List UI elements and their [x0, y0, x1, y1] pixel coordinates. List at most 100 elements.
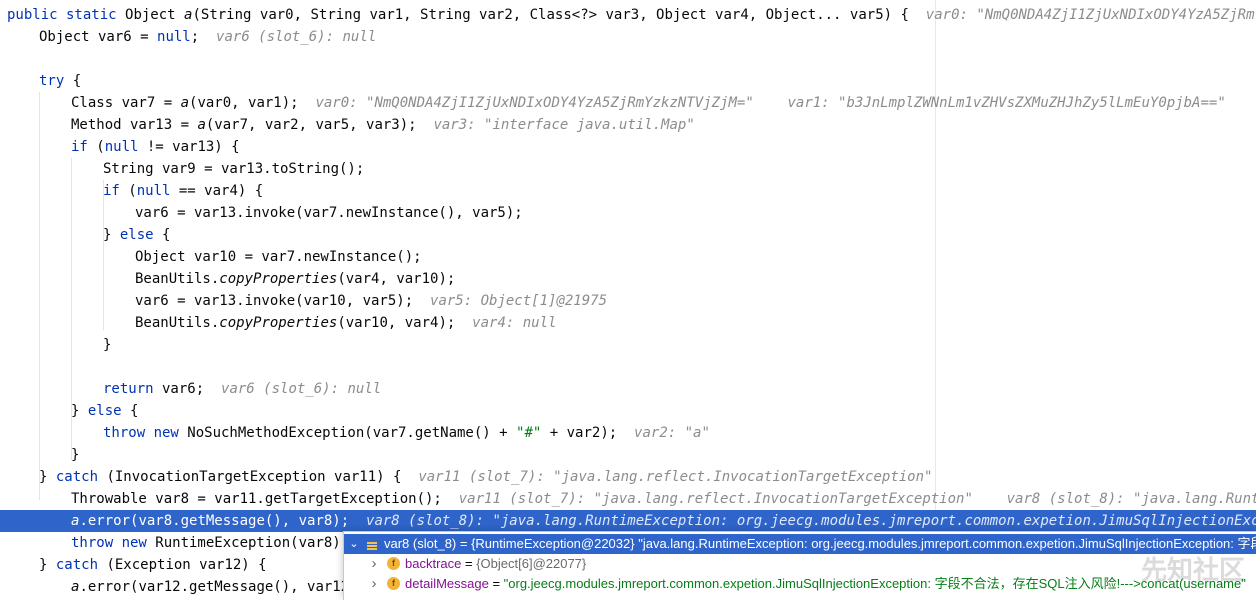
variable-tree-node[interactable]: ⌄ var8 (slot_8) = {RuntimeException@22032… [344, 534, 1256, 554]
code-token: Object [125, 7, 185, 23]
code-token: (var0, var1); [189, 95, 316, 111]
code-line[interactable]: var6 = var13.invoke(var10, var5); var5: … [0, 290, 1256, 312]
code-line[interactable]: Object var10 = var7.newInstance(); [0, 246, 1256, 268]
code-text: throw new RuntimeException(var8); [71, 532, 349, 554]
chevron-right-icon[interactable]: › [368, 554, 380, 574]
code-token: Object var6 = [39, 29, 158, 45]
code-line[interactable]: BeanUtils.copyProperties(var10, var4); v… [0, 312, 1256, 334]
inline-debug-hint: var2: "a" [634, 425, 710, 441]
keyword-token: if [71, 139, 88, 155]
code-text: public static Object a(String var0, Stri… [7, 4, 1256, 26]
code-line[interactable] [0, 356, 1256, 378]
code-line[interactable]: Throwable var8 = var11.getTargetExceptio… [0, 488, 1256, 510]
code-line[interactable]: } [0, 444, 1256, 466]
code-line[interactable]: String var9 = var13.toString(); [0, 158, 1256, 180]
code-text: String var9 = var13.toString(); [103, 158, 364, 180]
code-token: (var4, var10); [337, 271, 456, 287]
code-line[interactable]: Object var6 = null; var6 (slot_6): null [0, 26, 1256, 48]
code-text: Object var10 = var7.newInstance(); [135, 246, 422, 268]
inline-debug-hint: var4: null [472, 315, 557, 331]
code-token: (InvocationTargetException var11) { [98, 469, 419, 485]
keyword-token: throw new [71, 535, 147, 551]
code-line[interactable]: BeanUtils.copyProperties(var4, var10); [0, 268, 1256, 290]
code-token: { [64, 73, 82, 89]
inline-debug-hint: var0: "NmQ0NDA4ZjI1ZjUxNDIxODY4YzA5ZjRmY… [315, 95, 1226, 111]
field-entry: detailMessage = "org.jeecg.modules.jmrep… [405, 574, 1246, 594]
code-token: { [153, 227, 171, 243]
field-tree-node[interactable]: › f backtrace = {Object[6]@22077} [344, 554, 1256, 574]
code-text: a.error(var12.getMessage(), var12) [71, 576, 358, 598]
code-line[interactable]: Class var7 = a(var0, var1); var0: "NmQ0N… [0, 92, 1256, 114]
field-tree-node[interactable]: › f detailMessage = "org.jeecg.modules.jmr… [344, 574, 1256, 594]
code-text: } catch (Exception var12) { [39, 554, 267, 576]
code-line[interactable]: } else { [0, 224, 1256, 246]
field-value: "org.jeecg.modules.jmreport.common.expet… [503, 576, 1246, 591]
code-text: } else { [71, 400, 138, 422]
code-token: } [71, 403, 88, 419]
code-text: } [71, 444, 79, 466]
code-token: + var2); [541, 425, 635, 441]
field-equals: = [488, 576, 504, 591]
code-text: try { [39, 70, 81, 92]
code-token: } [39, 557, 56, 573]
code-token: var6 = var13.invoke(var10, var5); [135, 293, 431, 309]
code-token: String var9 = var13.toString(); [103, 161, 365, 177]
code-text: Method var13 = a(var7, var2, var5, var3)… [71, 114, 695, 136]
variable-icon [366, 538, 378, 550]
code-token: Object var10 = var7.newInstance(); [135, 249, 422, 265]
code-token: Throwable var8 = var11.getTargetExceptio… [71, 491, 459, 507]
debugger-value-popup[interactable]: 先知社区 ⌄ var8 (slot_8) = {RuntimeException@… [343, 531, 1256, 600]
code-editor[interactable]: public static Object a (String var0, Stri… [0, 0, 1256, 599]
chevron-right-icon[interactable]: › [368, 574, 380, 594]
code-line[interactable]: return var6; var6 (slot_6): null [0, 378, 1256, 400]
code-token: .error(var8.getMessage(), var8); [79, 513, 367, 529]
code-line[interactable]: public static Object a(String var0, Stri… [0, 4, 1256, 26]
code-line[interactable]: if (null == var4) { [0, 180, 1256, 202]
code-token: .error(var12.getMessage(), var12) [79, 579, 358, 595]
code-token: } [103, 337, 112, 353]
field-f-icon: f [387, 577, 400, 590]
code-token: Class var7 = [71, 95, 181, 111]
code-line[interactable]: throw new NoSuchMethodException(var7.get… [0, 422, 1256, 444]
inline-debug-hint: var5: Object[1]@21975 [430, 293, 608, 309]
code-text: if (null != var13) { [71, 136, 240, 158]
code-line[interactable]: if (null != var13) { [0, 136, 1256, 158]
code-line[interactable] [0, 48, 1256, 70]
chevron-down-icon[interactable]: ⌄ [348, 534, 360, 554]
code-token: ( [119, 183, 137, 199]
code-text: BeanUtils.copyProperties(var10, var4); v… [135, 312, 556, 334]
keyword-token: catch [55, 557, 99, 573]
code-line[interactable]: } else { [0, 400, 1256, 422]
field-value: {Object[6]@22077} [476, 556, 587, 571]
code-token: (var7, var2, var5, var3); [205, 117, 434, 133]
code-line[interactable]: var6 = var13.invoke(var7.newInstance(), … [0, 202, 1256, 224]
inline-debug-hint: var11 (slot_7): "java.lang.reflect.Invoc… [418, 469, 933, 485]
code-line[interactable]: try { [0, 70, 1256, 92]
code-token: == var4) { [170, 183, 264, 199]
code-line[interactable]: Method var13 = a(var7, var2, var5, var3)… [0, 114, 1256, 136]
code-text: if (null == var4) { [103, 180, 263, 202]
code-token: NoSuchMethodException(var7.getName() + [178, 425, 517, 441]
keyword-token: if [103, 183, 120, 199]
keyword-token: else [87, 403, 122, 419]
keyword-token: public static [7, 7, 126, 23]
code-token: (String var0, String var1, String var2, … [192, 7, 926, 23]
code-line[interactable]: } [0, 334, 1256, 356]
code-token: Method var13 = [71, 117, 198, 133]
code-token: a [197, 117, 206, 133]
code-text: var6 = var13.invoke(var7.newInstance(), … [135, 202, 523, 224]
code-text: BeanUtils.copyProperties(var4, var10); [135, 268, 455, 290]
field-equals: = [461, 556, 477, 571]
code-token: "#" [516, 425, 542, 441]
code-line[interactable]: } catch (InvocationTargetException var11… [0, 466, 1256, 488]
code-token: { [121, 403, 139, 419]
keyword-token: else [119, 227, 154, 243]
code-text: Class var7 = a(var0, var1); var0: "NmQ0N… [71, 92, 1226, 114]
inline-debug-hint: var11 (slot_7): "java.lang.reflect.Invoc… [458, 491, 1256, 507]
code-text: } else { [103, 224, 170, 246]
current-execution-line[interactable]: a.error(var8.getMessage(), var8); var8 (… [0, 510, 1256, 532]
code-text: throw new NoSuchMethodException(var7.get… [103, 422, 710, 444]
code-text: Object var6 = null; var6 (slot_6): null [39, 26, 376, 48]
keyword-token: catch [55, 469, 99, 485]
code-text: Throwable var8 = var11.getTargetExceptio… [71, 488, 1256, 510]
